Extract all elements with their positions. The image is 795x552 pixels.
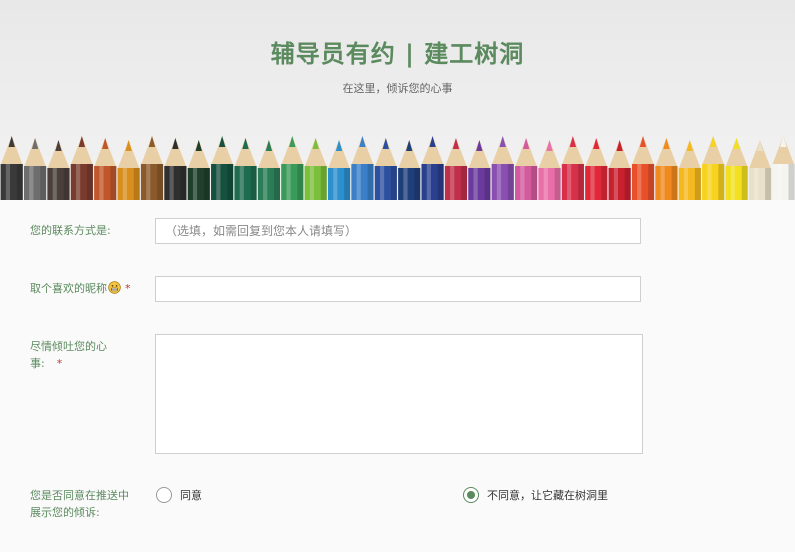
story-label: 尽情倾吐您的心 事: * <box>30 338 107 372</box>
pencil <box>725 138 748 200</box>
pencil <box>23 138 47 200</box>
pencil <box>444 138 468 200</box>
consent-label-line1: 您是否同意在推送中 <box>30 489 129 502</box>
pencil <box>748 140 772 200</box>
agree-option-label[interactable]: 同意 <box>180 487 202 503</box>
pencil <box>351 136 374 200</box>
nickname-label: 取个喜欢的昵称 * <box>30 280 131 297</box>
pencil <box>421 136 444 200</box>
consent-label-line2: 展示您的倾诉: <box>30 506 100 519</box>
agree-radio-button[interactable] <box>156 487 172 503</box>
disagree-option-label[interactable]: 不同意，让它藏在树洞里 <box>487 487 608 503</box>
pencil <box>70 136 94 200</box>
pencil <box>187 140 210 200</box>
story-textarea[interactable] <box>155 334 643 454</box>
pencil <box>304 138 327 200</box>
pencil <box>678 140 702 200</box>
pencil <box>772 136 795 200</box>
page-title: 辅导员有约 | 建工树洞 <box>270 40 525 68</box>
header-banner: 辅导员有约 | 建工树洞 在这里，倾诉您的心事 <box>0 0 795 200</box>
nickname-required-mark: * <box>125 282 131 295</box>
pencil <box>374 138 398 200</box>
pencil <box>117 140 140 200</box>
disagree-radio-button[interactable] <box>463 487 479 503</box>
pencil <box>211 136 234 200</box>
pencil <box>164 138 187 200</box>
pencil <box>515 138 538 200</box>
pencil <box>398 140 421 200</box>
pencil <box>702 136 725 200</box>
pencil <box>0 136 23 200</box>
story-label-line2: 事: <box>30 357 45 370</box>
story-form: 您的联系方式是: 取个喜欢的昵称 * 尽情倾吐您的心 事: * 您是否同意在推送中… <box>0 200 795 552</box>
pencil <box>257 140 281 200</box>
story-label-line1: 尽情倾吐您的心 <box>30 340 107 353</box>
page-subtitle: 在这里，倾诉您的心事 <box>342 82 453 95</box>
pencil <box>281 136 304 200</box>
colored-pencils-image <box>0 136 795 200</box>
story-required-mark: * <box>56 357 63 370</box>
contact-input[interactable] <box>155 218 641 244</box>
pencil <box>561 136 585 200</box>
grin-emoji-icon <box>108 281 121 294</box>
consent-label: 您是否同意在推送中 展示您的倾诉: <box>30 487 129 521</box>
contact-label: 您的联系方式是: <box>30 224 111 237</box>
pencil <box>491 136 514 200</box>
pencil <box>655 138 678 200</box>
pencil <box>327 140 351 200</box>
pencil <box>94 138 117 200</box>
consent-agree-option[interactable]: 同意 <box>156 487 202 503</box>
pencil <box>468 140 491 200</box>
pencil <box>538 140 561 200</box>
pencil <box>47 140 70 200</box>
pencil <box>234 138 257 200</box>
pencil <box>140 136 164 200</box>
consent-disagree-option[interactable]: 不同意，让它藏在树洞里 <box>463 487 608 503</box>
nickname-input[interactable] <box>155 276 641 302</box>
pencil <box>608 140 631 200</box>
pencil <box>585 138 608 200</box>
pencil <box>631 136 655 200</box>
nickname-label-text: 取个喜欢的昵称 <box>30 282 107 295</box>
